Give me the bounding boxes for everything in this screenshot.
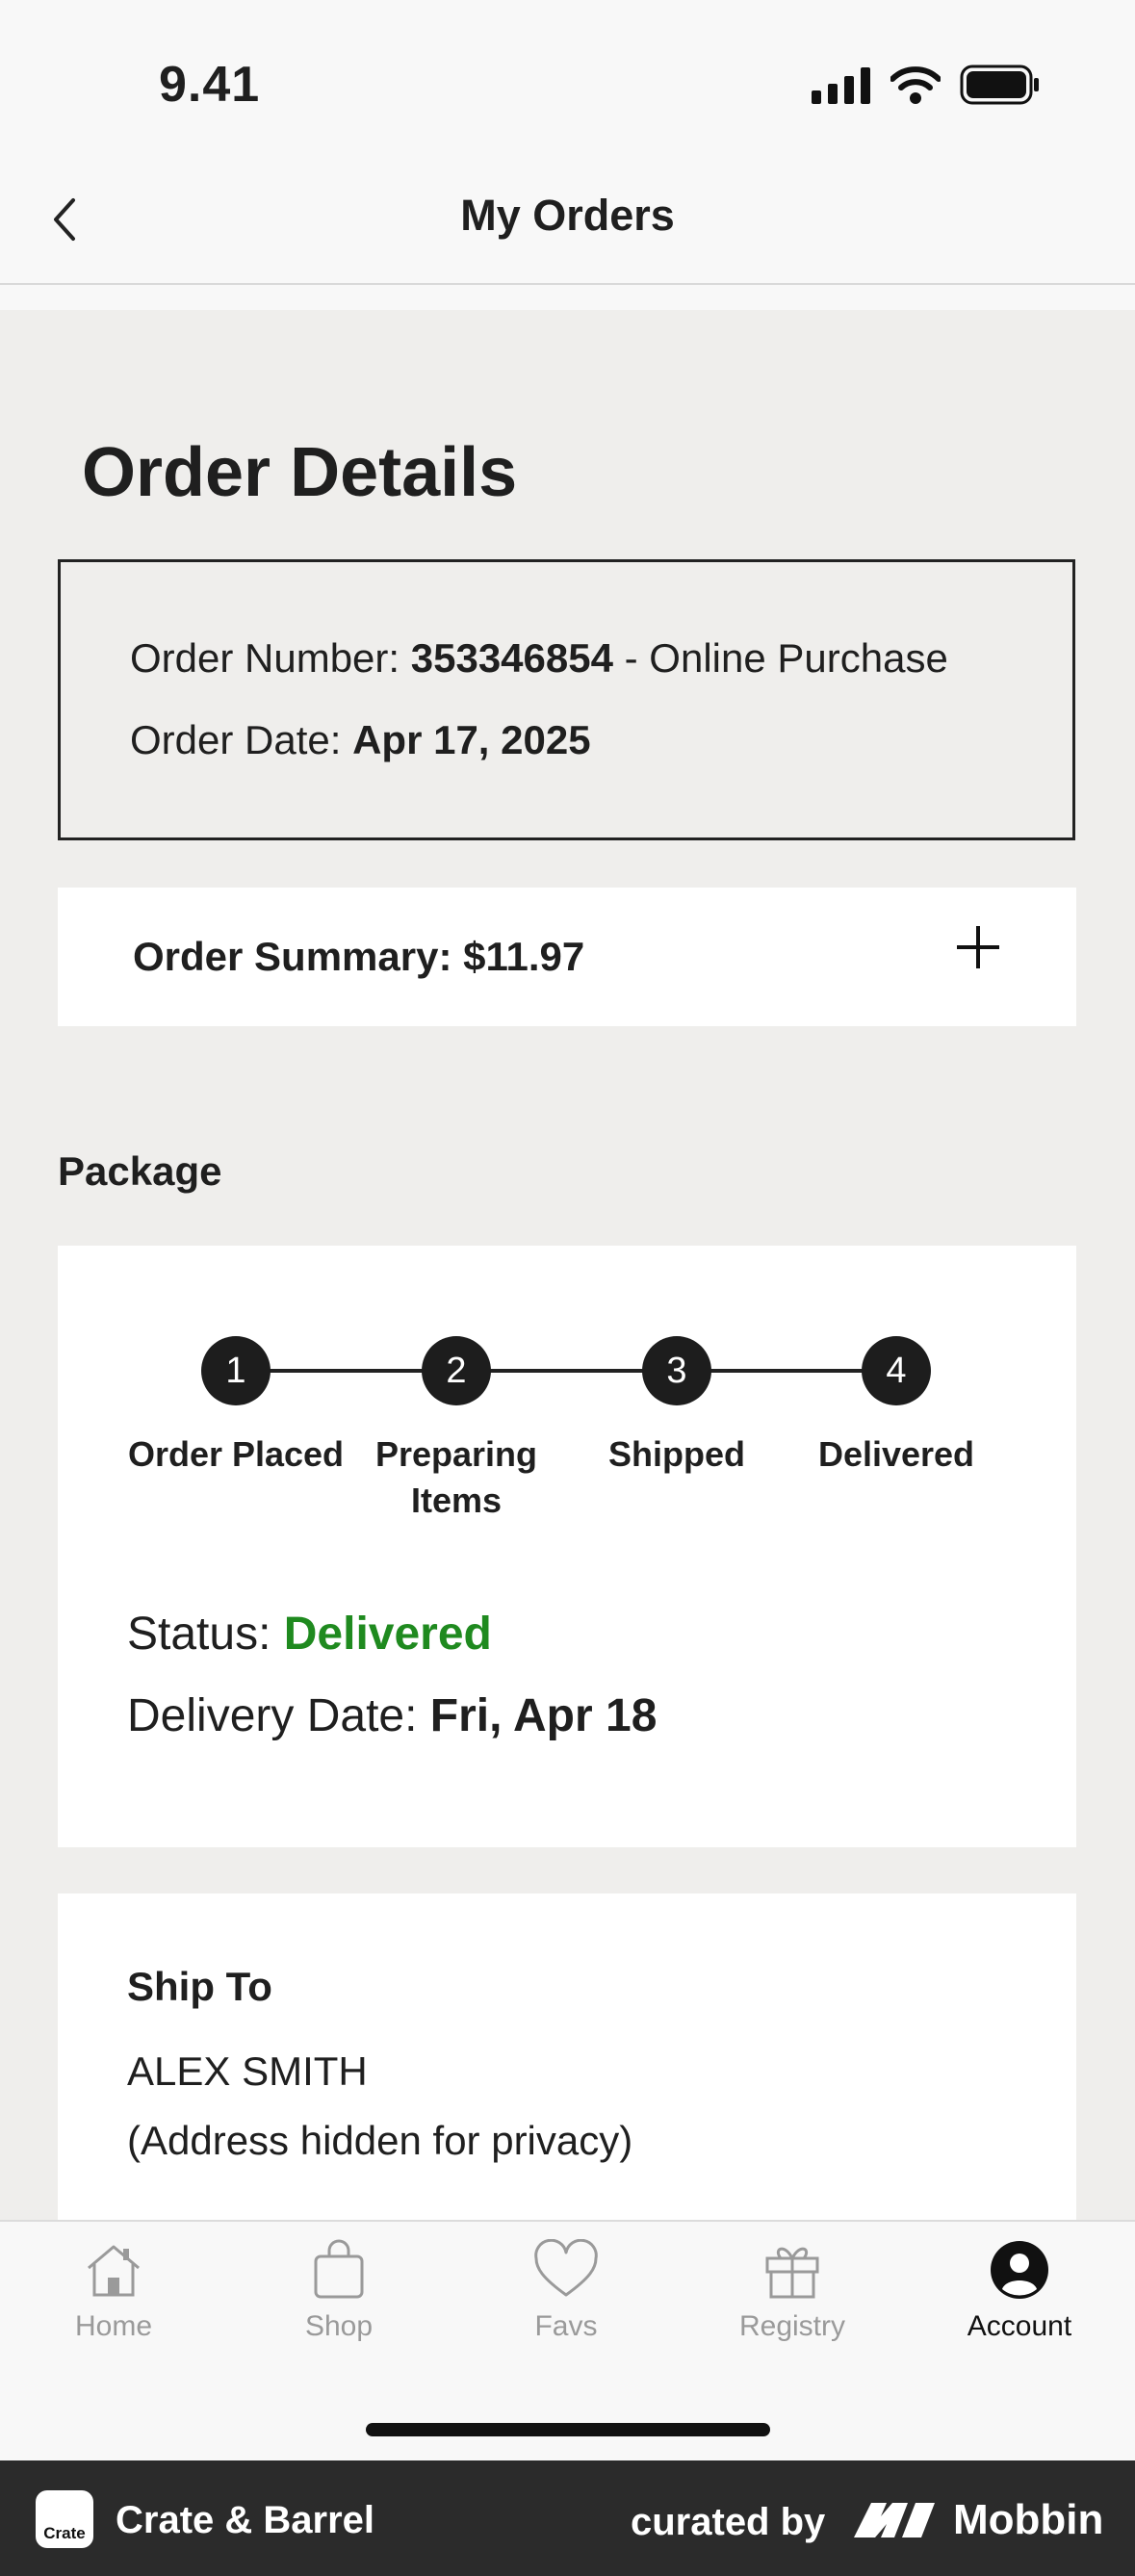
home-indicator[interactable]	[366, 2423, 770, 2436]
order-number-line: Order Number: 353346854 - Online Purchas…	[130, 635, 948, 682]
mobbin-logo-icon	[854, 2503, 935, 2537]
brand-name: Crate & Barrel	[116, 2499, 375, 2541]
heart-icon	[534, 2239, 598, 2297]
order-date-label: Order Date:	[130, 717, 353, 762]
gift-icon	[765, 2247, 819, 2299]
tab-favs[interactable]: Favs	[470, 2239, 662, 2364]
mobbin-name: Mobbin	[953, 2496, 1104, 2543]
delivery-date-label: Delivery Date:	[127, 1690, 430, 1741]
order-info-box	[58, 559, 1075, 840]
order-details-title: Order Details	[82, 434, 518, 511]
package-title: Package	[58, 1148, 222, 1194]
plus-expand-icon[interactable]	[953, 922, 1003, 972]
tab-registry[interactable]: Registry	[696, 2239, 889, 2364]
tab-shop-label: Shop	[304, 2310, 374, 2342]
tab-registry-label: Registry	[738, 2310, 846, 2342]
status-value: Delivered	[283, 1609, 492, 1660]
tab-home[interactable]: Home	[17, 2239, 210, 2364]
step-2-label: Preparing Items	[374, 1434, 538, 1520]
status-time: 9.41	[159, 57, 261, 113]
curated-by-label: curated by	[631, 2501, 826, 2543]
order-date-line: Order Date: Apr 17, 2025	[130, 717, 591, 763]
tab-favs-label: Favs	[534, 2310, 598, 2342]
tab-shop[interactable]: Shop	[243, 2239, 435, 2364]
step-3-circle: 3	[642, 1336, 711, 1405]
home-icon	[88, 2245, 140, 2297]
step-3-label: Shipped	[608, 1434, 745, 1474]
order-summary-label: Order Summary: $11.97	[133, 934, 585, 979]
order-type: - Online Purchase	[612, 635, 948, 681]
account-icon	[991, 2241, 1048, 2299]
package-card	[58, 1246, 1076, 1847]
order-number: 353346854	[410, 635, 613, 681]
battery-icon	[960, 64, 1039, 105]
status-label: Status:	[127, 1609, 284, 1660]
delivery-date-line: Delivery Date: Fri, Apr 18	[127, 1689, 657, 1742]
progress-track	[235, 1369, 909, 1373]
signal-icon	[812, 67, 870, 104]
order-date: Apr 17, 2025	[352, 717, 591, 762]
step-4-label: Delivered	[817, 1434, 975, 1474]
step-4-circle: 4	[862, 1336, 931, 1405]
ship-to-address: (Address hidden for privacy)	[127, 2118, 633, 2163]
tab-home-label: Home	[74, 2310, 153, 2342]
page-title: My Orders	[460, 191, 675, 240]
status-line: Status: Delivered	[127, 1608, 492, 1661]
order-number-label: Order Number:	[130, 635, 411, 681]
ship-to-name: ALEX SMITH	[127, 2048, 368, 2094]
step-1-label: Order Placed	[127, 1434, 345, 1474]
wifi-icon	[890, 66, 941, 104]
step-1-circle: 1	[201, 1336, 271, 1405]
crate-barrel-logo: Crate	[36, 2490, 93, 2548]
bag-icon	[314, 2239, 364, 2299]
header-divider-strip	[0, 285, 1135, 310]
ship-to-title: Ship To	[127, 1964, 272, 2009]
delivery-date-value: Fri, Apr 18	[429, 1690, 658, 1741]
tab-account[interactable]: Account	[923, 2239, 1116, 2364]
step-2-circle: 2	[422, 1336, 491, 1405]
tab-account-label: Account	[967, 2310, 1072, 2342]
